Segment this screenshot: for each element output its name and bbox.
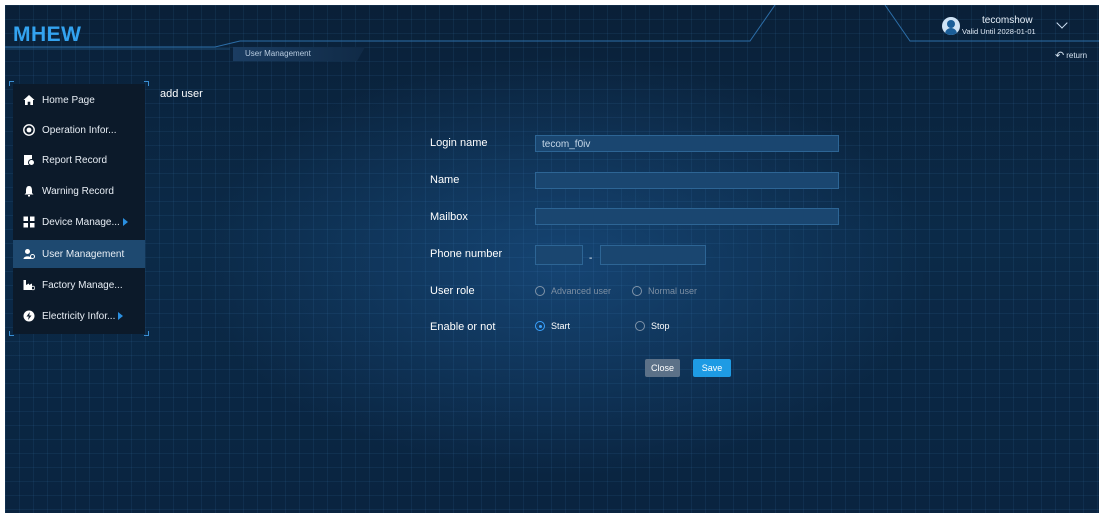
sidebar-item-operation-info[interactable]: Operation Infor... [13, 116, 145, 144]
corner-decoration [144, 331, 149, 336]
report-icon [23, 154, 35, 166]
return-button[interactable]: ↶ return [1055, 49, 1087, 62]
radio-label: Normal user [648, 286, 698, 296]
corner-decoration [9, 331, 14, 336]
radio-icon [635, 321, 645, 331]
avatar-icon [942, 17, 960, 35]
phone-separator: - [589, 253, 593, 264]
radio-icon [535, 286, 545, 296]
app-frame: MHEW User Management tecomshow Valid Unt… [5, 5, 1099, 513]
phone-number-input[interactable] [600, 245, 706, 265]
phone-prefix-input[interactable] [535, 245, 583, 265]
sidebar-item-label: User Management [42, 248, 125, 260]
user-role-label: User role [430, 285, 475, 297]
login-name-label: Login name [430, 137, 488, 149]
mailbox-label: Mailbox [430, 211, 468, 223]
app-logo: MHEW [13, 23, 82, 46]
sidebar-item-user-management[interactable]: User Management [13, 240, 145, 268]
sidebar-item-label: Report Record [42, 154, 108, 166]
top-bar: MHEW User Management tecomshow Valid Unt… [5, 5, 1099, 67]
radio-selected-icon [535, 321, 545, 331]
sidebar-item-warning-record[interactable]: Warning Record [13, 177, 145, 205]
submenu-arrow-icon [118, 312, 124, 320]
sidebar: Home Page Operation Infor... Report Reco… [9, 81, 149, 336]
sidebar-item-electricity-info[interactable]: Electricity Infor... [13, 302, 145, 330]
device-icon [23, 216, 35, 228]
return-label: return [1066, 51, 1088, 60]
sidebar-item-label: Factory Manage... [42, 279, 123, 291]
radio-label: Start [551, 321, 571, 331]
header-decoration [5, 5, 1099, 50]
sidebar-item-label: Device Manage... [42, 216, 120, 228]
sidebar-item-label: Operation Infor... [42, 124, 117, 136]
enable-label: Enable or not [430, 321, 496, 333]
factory-icon [23, 279, 36, 291]
close-button[interactable]: Close [645, 359, 681, 377]
name-label: Name [430, 174, 460, 186]
chevron-down-icon[interactable] [1056, 17, 1068, 29]
radio-advanced-user[interactable]: Advanced user [535, 286, 611, 296]
login-name-input[interactable]: tecom_f0iv [535, 135, 839, 152]
operation-icon [23, 124, 35, 136]
electricity-icon [23, 310, 35, 322]
sidebar-item-report-record[interactable]: Report Record [13, 146, 145, 174]
sidebar-item-factory-management[interactable]: Factory Manage... [13, 271, 145, 299]
submenu-arrow-icon [122, 218, 128, 226]
phone-number-label: Phone number [430, 248, 503, 260]
radio-normal-user[interactable]: Normal user [632, 286, 697, 296]
bell-icon [23, 185, 35, 197]
sidebar-item-label: Home Page [42, 94, 95, 106]
name-input[interactable] [535, 172, 839, 189]
return-arrow-icon: ↶ [1055, 50, 1065, 62]
radio-label: Advanced user [551, 286, 612, 296]
radio-start[interactable]: Start [535, 321, 570, 331]
sidebar-item-label: Electricity Infor... [42, 310, 116, 322]
user-name: tecomshow [982, 15, 1033, 26]
user-validity: Valid Until 2028-01-01 [962, 27, 1036, 36]
radio-label: Stop [651, 321, 670, 331]
mailbox-input[interactable] [535, 208, 839, 225]
sidebar-item-home-page[interactable]: Home Page [13, 86, 145, 114]
radio-icon [632, 286, 642, 296]
sidebar-item-device-management[interactable]: Device Manage... [13, 208, 145, 236]
radio-stop[interactable]: Stop [635, 321, 670, 331]
user-icon [23, 248, 35, 260]
sidebar-item-label: Warning Record [42, 185, 114, 197]
user-menu[interactable]: tecomshow Valid Until 2028-01-01 [942, 15, 1072, 41]
save-button[interactable]: Save [693, 359, 731, 377]
page-title: add user [160, 88, 203, 100]
breadcrumb: User Management [233, 47, 365, 61]
home-icon [23, 94, 35, 106]
